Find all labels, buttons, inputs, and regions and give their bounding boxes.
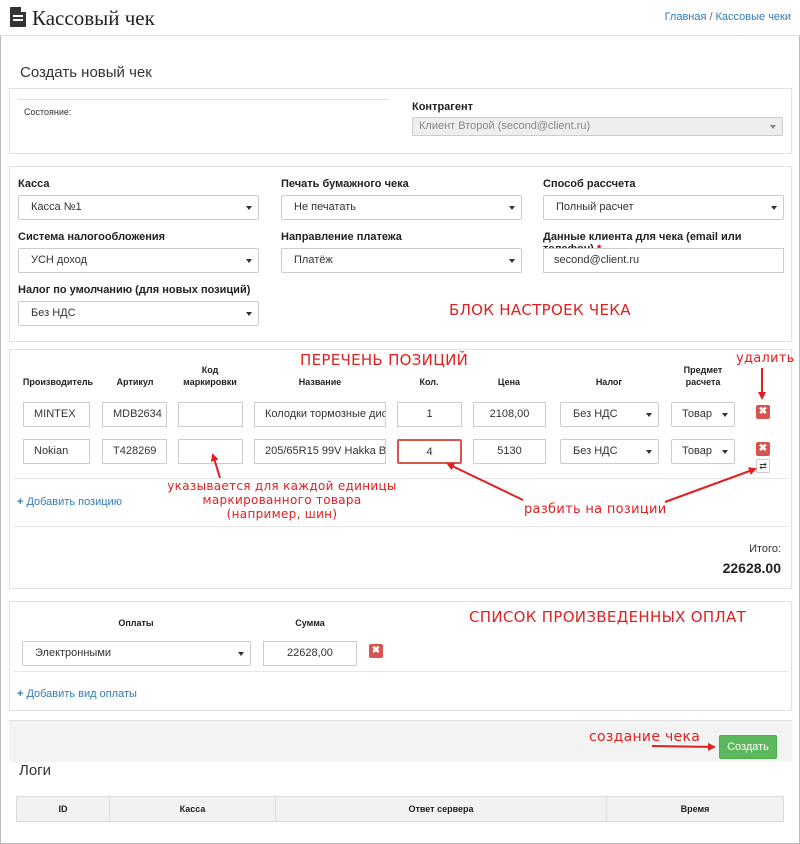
arrow-to-split <box>664 467 757 503</box>
arrow-to-qty <box>446 462 524 501</box>
arrow-to-marking <box>210 453 221 479</box>
arrow-to-create <box>651 742 716 751</box>
annotation-arrows <box>210 368 766 751</box>
